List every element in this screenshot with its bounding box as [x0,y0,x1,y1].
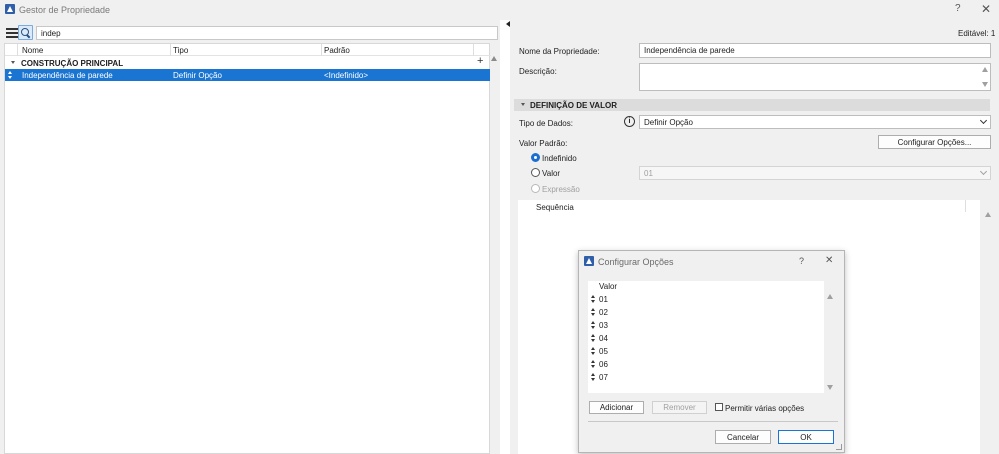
property-name-label: Nome da Propriedade: [519,47,600,56]
radio-undefined[interactable] [531,153,540,162]
row-default: <Indefinido> [324,71,369,80]
row-name: Independência de parede [22,71,113,80]
column-separator[interactable] [17,44,18,56]
option-value: 01 [599,295,608,304]
group-row[interactable]: CONSTRUÇÃO PRINCIPAL [5,57,491,69]
property-tree: Nome Tipo Padrão CONSTRUÇÃO PRINCIPAL In… [4,43,491,454]
data-type-select[interactable]: Definir Opção [639,115,991,129]
table-row[interactable]: Independência de parede Definir Opção <I… [5,69,490,81]
grip-icon[interactable] [590,334,596,342]
chevron-down-icon [979,116,988,125]
option-value: 02 [599,308,608,317]
list-view-icon[interactable] [6,27,18,39]
grip-icon[interactable] [590,347,596,355]
scroll-down-icon[interactable] [827,385,833,390]
grip-icon[interactable] [590,321,596,329]
property-name-value: Independência de parede [644,46,735,55]
collapse-section-icon[interactable] [521,103,525,106]
search-icon[interactable] [18,25,33,40]
scroll-up-icon[interactable] [491,56,497,61]
value-select-value: 01 [644,168,653,178]
ok-button[interactable]: OK [778,430,834,444]
grip-icon[interactable] [590,308,596,316]
column-separator[interactable] [321,44,322,56]
radio-value-label: Valor [542,169,561,178]
list-item[interactable]: 03 [588,319,824,332]
close-icon[interactable]: ✕ [981,2,991,16]
app-logo-icon [584,256,594,266]
option-value: 06 [599,360,608,369]
list-item[interactable]: 01 [588,293,824,306]
scroll-up-icon[interactable] [985,212,991,217]
sequence-header: Sequência [536,203,574,212]
grip-icon[interactable] [590,373,596,381]
remove-option-button[interactable]: Remover [652,401,707,414]
configure-options-button[interactable]: Configurar Opções... [878,135,991,149]
list-item[interactable]: 05 [588,345,824,358]
search-input[interactable] [36,26,498,40]
column-separator [965,200,966,212]
option-value: 05 [599,347,608,356]
option-value: 04 [599,334,608,343]
list-item[interactable]: 07 [588,371,824,384]
data-type-value: Definir Opção [644,117,693,127]
options-list: Valor 01 02 03 04 05 06 07 [588,281,824,393]
default-value-label: Valor Padrão: [519,139,568,148]
plus-icon[interactable]: + [477,55,483,67]
configure-options-dialog: Configurar Opções ? ✕ Valor 01 02 03 04 … [578,250,845,453]
collapse-group-icon[interactable] [11,61,15,64]
allow-multiple-label: Permitir várias opções [725,404,805,413]
description-label: Descrição: [519,67,557,76]
radio-expression-label: Expressão [542,185,580,194]
info-icon[interactable]: i [624,116,635,127]
scroll-down-icon[interactable] [982,82,988,87]
editable-count: Editável: 1 [958,29,996,38]
property-name-field[interactable]: Independência de parede [639,43,991,58]
scroll-up-icon[interactable] [827,294,833,299]
dialog-title: Configurar Opções [598,257,674,267]
window-title: Gestor de Propriedade [19,5,111,15]
list-item[interactable]: 06 [588,358,824,371]
column-header-default[interactable]: Padrão [324,46,350,55]
close-icon[interactable]: ✕ [825,255,833,266]
column-header-type[interactable]: Tipo [173,46,188,55]
description-field[interactable] [639,63,991,91]
add-option-button[interactable]: Adicionar [589,401,644,414]
grip-icon[interactable] [590,360,596,368]
list-item[interactable]: 04 [588,332,824,345]
help-icon[interactable]: ? [799,256,804,266]
tree-header [5,44,491,56]
list-header: Valor [599,282,618,291]
radio-value[interactable] [531,168,540,177]
data-type-label: Tipo de Dados: [519,119,573,128]
group-label: CONSTRUÇÃO PRINCIPAL [21,59,124,68]
section-title: DEFINIÇÃO DE VALOR [530,101,617,110]
radio-expression[interactable] [531,184,540,193]
allow-multiple-checkbox[interactable] [715,403,723,411]
grip-icon[interactable] [7,71,13,79]
resize-grip-icon[interactable] [836,444,842,450]
radio-undefined-label: Indefinido [542,154,577,163]
chevron-down-icon [979,167,988,176]
grip-icon[interactable] [590,295,596,303]
option-value: 03 [599,321,608,330]
scroll-up-icon[interactable] [982,67,988,72]
title-bar [0,0,999,20]
column-separator[interactable] [170,44,171,56]
app-logo-icon [5,4,15,14]
section-header[interactable]: DEFINIÇÃO DE VALOR [514,99,990,111]
column-separator[interactable] [473,44,474,56]
cancel-button[interactable]: Cancelar [715,430,771,444]
option-value: 07 [599,373,608,382]
help-icon[interactable]: ? [955,3,961,14]
value-select[interactable]: 01 [639,166,991,180]
row-type: Definir Opção [173,71,222,80]
list-item[interactable]: 02 [588,306,824,319]
column-header-name[interactable]: Nome [22,46,43,55]
divider [588,421,838,422]
